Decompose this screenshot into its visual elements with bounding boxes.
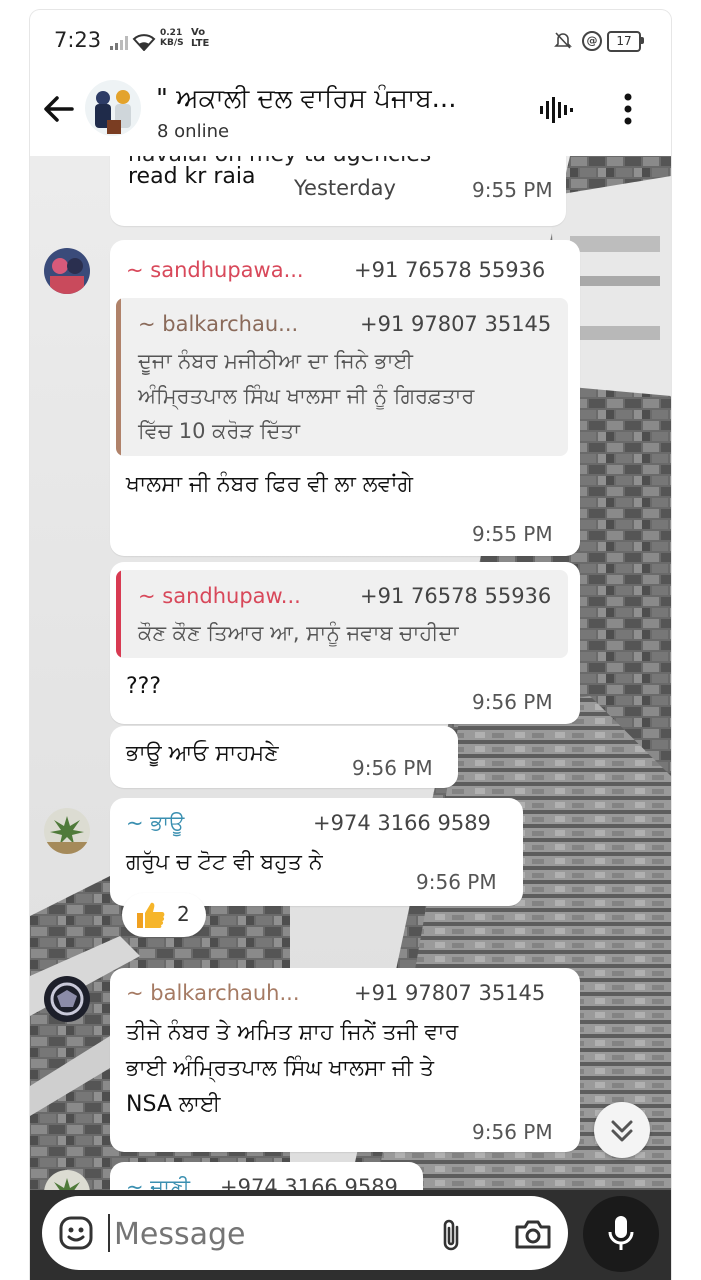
battery-tip — [641, 37, 644, 44]
quoted-message[interactable]: ~ sandhupaw... +91 76578 55936 ਕੌਣ ਕੌਣ ਤ… — [116, 570, 568, 658]
message-time: 9:56 PM — [472, 690, 553, 714]
emoji-icon[interactable] — [58, 1215, 94, 1251]
message-phone: +974 3166 9589 — [313, 811, 491, 835]
message-bubble-7[interactable]: ~ ਜਾਣੀ +974 3166 9589 — [110, 1162, 423, 1190]
message-text: ਖਾਲਸਾ ਜੀ ਨੰਬਰ ਫਿਰ ਵੀ ਲਾ ਲਵਾਂਗੇ — [126, 472, 413, 497]
phone-screen: 7:23 0.21 KB/S Vo LTE @ 17 " ਅਕਾਲੀ ਦਲ ਵਾ… — [30, 10, 671, 1280]
scroll-to-bottom-button[interactable] — [594, 1102, 650, 1158]
attach-icon[interactable] — [439, 1217, 463, 1253]
mic-icon — [608, 1216, 634, 1250]
message-phone: +91 97807 35145 — [354, 981, 546, 1005]
status-time: 7:23 — [54, 28, 102, 52]
avatar-sandhu-image — [44, 248, 90, 294]
quote-line-1: ਕੌਣ ਕੌਣ ਤਿਆਰ ਆ, ਸਾਨੂੰ ਜਵਾਬ ਚਾਹੀਦਾ — [138, 621, 459, 645]
quote-phone: +91 97807 35145 — [360, 312, 552, 336]
avatar-balkar-image — [44, 976, 90, 1022]
quote-bar — [116, 570, 121, 658]
mic-button[interactable] — [583, 1196, 659, 1272]
battery-indicator: 17 — [607, 31, 641, 52]
message-time: 9:56 PM — [416, 870, 497, 894]
avatar-bhau-image — [44, 808, 90, 854]
group-title[interactable]: " ਅਕਾਲੀ ਦਲ ਵਾਰਿਸ ਪੰਜਾਬ... — [156, 84, 456, 115]
message-text: ??? — [126, 674, 162, 699]
bell-off-icon — [554, 32, 572, 49]
quote-bar — [116, 298, 121, 456]
message-input[interactable] — [112, 1208, 406, 1260]
quoted-message[interactable]: ~ balkarchau... +91 97807 35145 ਦੂਜਾ ਨੰਬ… — [116, 298, 568, 456]
message-phone: +91 76578 55936 — [354, 258, 546, 282]
message-bubble-2[interactable]: ~ sandhupawa... +91 76578 55936 ~ balkar… — [110, 240, 580, 556]
status-bar: 7:23 0.21 KB/S Vo LTE @ 17 — [30, 10, 671, 68]
message-line-3: NSA ਲਾਈ — [126, 1092, 221, 1117]
thumbs-up-icon — [137, 902, 165, 928]
quote-phone: +91 76578 55936 — [360, 584, 552, 608]
message-time: 9:56 PM — [352, 756, 433, 780]
group-avatar[interactable] — [85, 80, 141, 136]
avatar-balkar[interactable] — [44, 976, 90, 1022]
quote-sender: ~ sandhupaw... — [138, 584, 301, 608]
message-time: 9:55 PM — [472, 178, 553, 202]
message-time: 9:56 PM — [472, 1120, 553, 1144]
group-avatar-image — [85, 80, 141, 136]
message-line-1: ਤੀਜੇ ਨੰਬਰ ਤੇ ਅਮਿਤ ਸ਼ਾਹ ਜਿਨੇਂ ਤਜੀ ਵਾਰ — [126, 1020, 459, 1045]
message-sender[interactable]: ~ balkarchauh... — [126, 981, 300, 1005]
voice-wave-icon[interactable] — [538, 94, 574, 126]
message-bubble-6[interactable]: ~ balkarchauh... +91 97807 35145 ਤੀਜੇ ਨੰ… — [110, 968, 580, 1152]
message-bubble-5[interactable]: ~ ਭਾਊ +974 3166 9589 ਗਰੁੱਪ ਚ ਟੋਟ ਵੀ ਬਹੁਤ… — [110, 798, 523, 906]
quote-line-2: ਅੰਮ੍ਰਿਤਪਾਲ ਸਿੰਘ ਖਾਲਸਾ ਜੀ ਨੂੰ ਗਿਰਫ਼ਤਾਰ — [138, 384, 475, 408]
avatar-sandhu[interactable] — [44, 248, 90, 294]
online-count: 8 online — [157, 121, 230, 142]
avatar-bhau[interactable] — [44, 808, 90, 854]
quote-line-3: ਵਿੱਚ 10 ਕਰੋੜ ਦਿੱਤਾ — [138, 419, 300, 443]
message-sender[interactable]: ~ ਜਾਣੀ — [126, 1175, 190, 1190]
message-bubble-4[interactable]: ਭਾਊ ਆਓ ਸਾਹਮਣੇ 9:56 PM — [110, 726, 458, 788]
volte-indicator: Vo LTE — [191, 27, 210, 49]
message-text: read kr raia — [128, 164, 256, 189]
message-phone: +974 3166 9589 — [220, 1175, 398, 1190]
message-sender[interactable]: ~ sandhupawa... — [126, 258, 304, 282]
date-chip: Yesterday — [286, 174, 404, 202]
input-bar — [30, 1190, 671, 1280]
message-line-2: ਭਾਈ ਅੰਮ੍ਰਿਤਪਾਲ ਸਿੰਘ ਖਾਲਸਾ ਜੀ ਤੇ — [126, 1056, 434, 1081]
reaction-count: 2 — [177, 902, 190, 926]
wifi-icon — [132, 34, 156, 51]
chat-area[interactable]: navalai on mey ta agencies read kr raia … — [30, 156, 671, 1190]
camera-icon[interactable] — [514, 1218, 552, 1250]
message-sender[interactable]: ~ ਭਾਊ — [126, 811, 184, 836]
text-caret — [108, 1214, 110, 1252]
back-arrow-icon[interactable] — [42, 92, 76, 126]
more-vert-icon[interactable] — [622, 92, 634, 126]
reaction-badge[interactable]: 2 — [122, 893, 206, 937]
chevron-double-down-icon — [611, 1120, 633, 1142]
quote-line-1: ਦੂਜਾ ਨੰਬਰ ਮਜੀਠੀਆ ਦਾ ਜਿਨੇ ਭਾਈ — [138, 349, 413, 373]
quote-sender: ~ balkarchau... — [138, 312, 299, 336]
signal-icon — [110, 36, 128, 50]
message-bubble-3[interactable]: ~ sandhupaw... +91 76578 55936 ਕੌਣ ਕੌਣ ਤ… — [110, 562, 580, 724]
network-speed: 0.21 KB/S — [160, 28, 184, 48]
message-text: ਗਰੁੱਪ ਚ ਟੋਟ ਵੀ ਬਹੁਤ ਨੇ — [126, 850, 323, 875]
message-time: 9:55 PM — [472, 522, 553, 546]
message-field[interactable] — [42, 1196, 568, 1270]
message-text: ਭਾਊ ਆਓ ਸਾਹਮਣੇ — [126, 741, 279, 766]
chat-header: " ਅਕਾਲੀ ਦਲ ਵਾਰਿਸ ਪੰਜਾਬ... 8 online — [30, 68, 671, 156]
at-icon: @ — [582, 31, 602, 51]
